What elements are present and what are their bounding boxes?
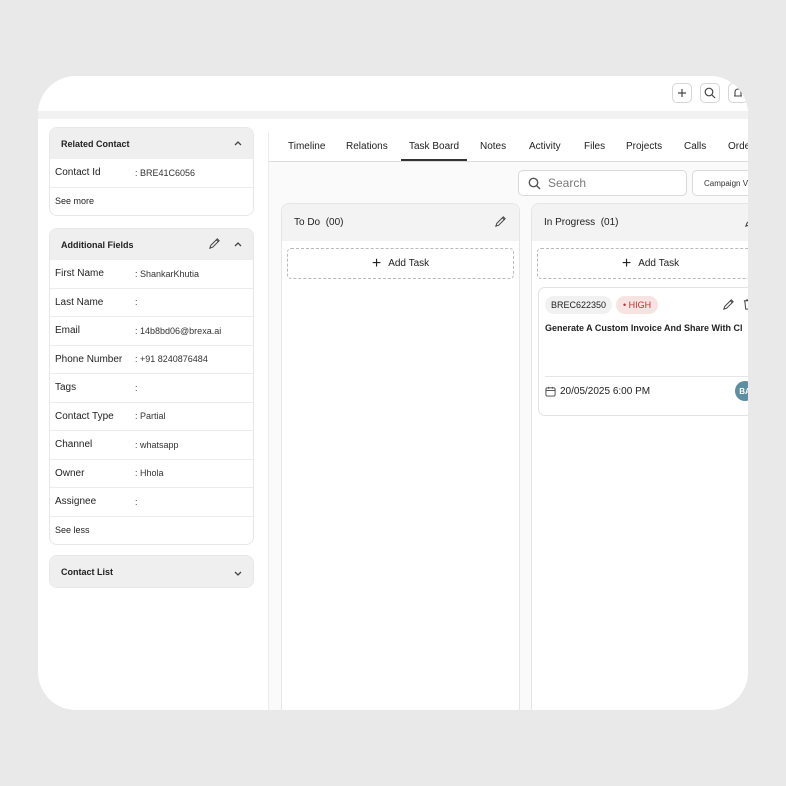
related-contact-header[interactable]: Related Contact bbox=[50, 128, 253, 159]
field-label: Assignee bbox=[55, 496, 97, 508]
in-progress-column: In Progress (01) + Add Task BREC622350 •… bbox=[531, 203, 748, 710]
tab-orders[interactable]: Orde bbox=[728, 141, 748, 152]
additional-fields-title: Additional Fields bbox=[61, 239, 134, 250]
task-id-badge: BREC622350 bbox=[545, 296, 613, 314]
column-count: (00) bbox=[325, 217, 344, 228]
field-label: Channel bbox=[55, 439, 93, 451]
field-row-last-name: Last Name: bbox=[50, 289, 253, 317]
add-task-label: Add Task bbox=[388, 258, 430, 269]
trash-icon[interactable] bbox=[742, 298, 748, 311]
related-contact-card: Related Contact Contact Id : BRE41C6056 … bbox=[49, 127, 254, 216]
field-label: Email bbox=[55, 325, 81, 337]
app-window: Related Contact Contact Id : BRE41C6056 … bbox=[38, 76, 748, 710]
field-row-first-name: First Name : ShankarKhutia bbox=[50, 260, 253, 289]
chevron-up-icon[interactable] bbox=[232, 137, 244, 149]
field-label: Contact Id bbox=[55, 167, 101, 179]
due-date-text: 20/05/2025 6:00 PM bbox=[560, 386, 651, 397]
tab-notes[interactable]: Notes bbox=[480, 141, 506, 152]
related-contact-title: Related Contact bbox=[61, 138, 130, 149]
column-count: (01) bbox=[600, 217, 619, 228]
todo-column-header: To Do (00) bbox=[282, 204, 519, 241]
field-value: : Hhola bbox=[135, 468, 164, 479]
edit-icon[interactable] bbox=[494, 215, 507, 228]
field-value: : +91 8240876484 bbox=[135, 354, 208, 365]
tab-projects[interactable]: Projects bbox=[626, 141, 662, 152]
column-name: In Progress bbox=[544, 217, 596, 228]
field-row-contact-id: Contact Id : BRE41C6056 bbox=[50, 159, 253, 188]
contact-list-title: Contact List bbox=[61, 566, 114, 577]
add-task-label: Add Task bbox=[638, 258, 680, 269]
tab-files[interactable]: Files bbox=[584, 141, 605, 152]
field-row-email: Email : 14b8bd06@brexa.ai bbox=[50, 317, 253, 346]
chevron-up-icon[interactable] bbox=[232, 238, 244, 250]
chevron-down-icon[interactable] bbox=[232, 568, 244, 580]
field-value: : bbox=[135, 496, 138, 507]
task-title: Generate A Custom Invoice And Share With… bbox=[545, 323, 743, 333]
priority-badge: • HIGH bbox=[616, 296, 659, 314]
search-input[interactable]: Search bbox=[518, 170, 687, 196]
field-value: : ShankarKhutia bbox=[135, 268, 200, 279]
task-due-date: 20/05/2025 6:00 PM bbox=[545, 386, 650, 397]
field-row-owner: Owner : Hhola bbox=[50, 460, 253, 488]
task-card[interactable]: BREC622350 • HIGH Generate A Custom Invo… bbox=[538, 287, 748, 416]
see-less-link[interactable]: See less bbox=[50, 517, 253, 544]
todo-column: To Do (00) + Add Task bbox=[281, 203, 520, 710]
field-row-channel: Channel : whatsapp bbox=[50, 431, 253, 460]
campaign-filter-dropdown[interactable]: Campaign V bbox=[692, 170, 748, 196]
in-progress-column-header: In Progress (01) bbox=[532, 204, 748, 241]
top-bar bbox=[38, 76, 748, 111]
search-placeholder: Search bbox=[548, 176, 587, 190]
add-icon[interactable] bbox=[672, 83, 692, 103]
search-icon bbox=[528, 177, 541, 189]
add-task-button[interactable]: + Add Task bbox=[537, 248, 748, 279]
edit-icon[interactable] bbox=[744, 215, 748, 228]
assignee-avatar[interactable]: BA bbox=[735, 381, 748, 401]
tab-relations[interactable]: Relations bbox=[346, 141, 388, 152]
field-label: Last Name bbox=[55, 296, 104, 308]
contact-list-header[interactable]: Contact List bbox=[50, 556, 253, 587]
field-row-assignee: Assignee: bbox=[50, 488, 253, 517]
field-value: : bbox=[135, 297, 138, 308]
field-row-phone-number: Phone Number : +91 8240876484 bbox=[50, 346, 253, 374]
field-label: Contact Type bbox=[55, 410, 114, 422]
edit-icon[interactable] bbox=[722, 298, 735, 311]
additional-fields-header[interactable]: Additional Fields bbox=[50, 229, 253, 260]
field-label: Phone Number bbox=[55, 353, 123, 365]
field-value: : Partial bbox=[135, 411, 166, 422]
column-name: To Do bbox=[294, 217, 321, 228]
tab-calls[interactable]: Calls bbox=[684, 141, 706, 152]
plus-icon: + bbox=[371, 254, 382, 272]
header-divider bbox=[38, 111, 748, 119]
active-tab-indicator bbox=[401, 159, 467, 161]
contact-list-card: Contact List bbox=[49, 555, 254, 588]
see-more-link[interactable]: See more bbox=[50, 188, 253, 215]
add-task-button[interactable]: + Add Task bbox=[287, 248, 514, 279]
task-board-panel: Timeline Relations Task Board Notes Acti… bbox=[268, 126, 748, 710]
field-value: : whatsapp bbox=[135, 439, 179, 450]
field-row-contact-type: Contact Type : Partial bbox=[50, 403, 253, 431]
task-divider bbox=[545, 376, 748, 377]
field-value: : BRE41C6056 bbox=[135, 167, 196, 178]
search-icon[interactable] bbox=[700, 83, 720, 103]
calendar-icon bbox=[545, 386, 556, 397]
tab-task-board[interactable]: Task Board bbox=[409, 141, 459, 152]
field-label: Tags bbox=[55, 382, 77, 394]
plus-icon: + bbox=[621, 254, 632, 272]
field-value: : bbox=[135, 382, 138, 393]
field-label: First Name bbox=[55, 268, 104, 280]
edit-icon[interactable] bbox=[208, 237, 221, 250]
additional-fields-card: Additional Fields First Name : ShankarKhu… bbox=[49, 228, 254, 545]
tab-timeline[interactable]: Timeline bbox=[288, 141, 325, 152]
field-row-tags: Tags: bbox=[50, 374, 253, 403]
tab-bar: Timeline Relations Task Board Notes Acti… bbox=[269, 126, 748, 162]
notification-icon[interactable] bbox=[728, 83, 748, 103]
field-label: Owner bbox=[55, 467, 85, 479]
tab-activity[interactable]: Activity bbox=[529, 141, 561, 152]
field-value: : 14b8bd06@brexa.ai bbox=[135, 325, 222, 336]
